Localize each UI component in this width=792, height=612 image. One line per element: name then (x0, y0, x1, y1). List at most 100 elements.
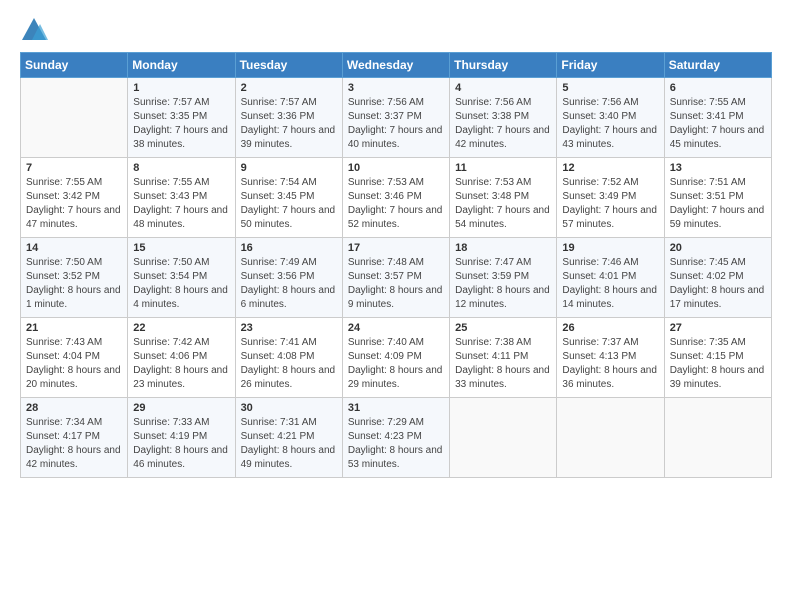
day-info: Sunrise: 7:34 AMSunset: 4:17 PMDaylight:… (26, 416, 122, 472)
day-number: 21 (26, 322, 122, 334)
day-cell: 23Sunrise: 7:41 AMSunset: 4:08 PMDayligh… (235, 318, 342, 398)
day-number: 1 (133, 82, 229, 94)
day-number: 23 (241, 322, 337, 334)
day-number: 6 (670, 82, 766, 94)
day-number: 31 (348, 402, 444, 414)
day-cell: 30 Sunrise: 7:31 AMSunset: 4:21 PMDayligh… (235, 398, 342, 478)
day-number: 22 (133, 322, 229, 334)
day-cell: 14 Sunrise: 7:50 AMSunset: 3:52 PMDayligh… (21, 238, 128, 318)
day-cell: 20Sunrise: 7:45 AMSunset: 4:02 PMDayligh… (664, 238, 771, 318)
day-number: 3 (348, 82, 444, 94)
logo (20, 16, 52, 44)
day-info: Sunrise: 7:47 AMSunset: 3:59 PMDaylight:… (455, 256, 551, 312)
logo-icon (20, 16, 48, 44)
weekday-header-wednesday: Wednesday (342, 53, 449, 78)
day-info: Sunrise: 7:57 AMSunset: 3:35 PMDaylight:… (133, 96, 229, 152)
day-cell: 29 Sunrise: 7:33 AMSunset: 4:19 PMDayligh… (128, 398, 235, 478)
day-cell: 12 Sunrise: 7:52 AMSunset: 3:49 PMDayligh… (557, 158, 664, 238)
page-container: SundayMondayTuesdayWednesdayThursdayFrid… (0, 0, 792, 488)
day-cell: 11 Sunrise: 7:53 AMSunset: 3:48 PMDayligh… (450, 158, 557, 238)
day-number: 25 (455, 322, 551, 334)
day-info: Sunrise: 7:55 AMSunset: 3:43 PMDaylight:… (133, 176, 229, 232)
day-cell: 25Sunrise: 7:38 AMSunset: 4:11 PMDayligh… (450, 318, 557, 398)
day-info: Sunrise: 7:29 AMSunset: 4:23 PMDaylight:… (348, 416, 444, 472)
day-number: 18 (455, 242, 551, 254)
day-number: 16 (241, 242, 337, 254)
week-row-3: 14 Sunrise: 7:50 AMSunset: 3:52 PMDayligh… (21, 238, 772, 318)
day-cell: 4Sunrise: 7:56 AMSunset: 3:38 PMDaylight… (450, 78, 557, 158)
day-cell: 24Sunrise: 7:40 AMSunset: 4:09 PMDayligh… (342, 318, 449, 398)
weekday-header-thursday: Thursday (450, 53, 557, 78)
day-number: 2 (241, 82, 337, 94)
weekday-header-monday: Monday (128, 53, 235, 78)
day-cell: 2 Sunrise: 7:57 AMSunset: 3:36 PMDaylight… (235, 78, 342, 158)
day-number: 29 (133, 402, 229, 414)
week-row-5: 28 Sunrise: 7:34 AMSunset: 4:17 PMDayligh… (21, 398, 772, 478)
day-info: Sunrise: 7:54 AMSunset: 3:45 PMDaylight:… (241, 176, 337, 232)
day-cell: 28 Sunrise: 7:34 AMSunset: 4:17 PMDayligh… (21, 398, 128, 478)
day-info: Sunrise: 7:52 AMSunset: 3:49 PMDaylight:… (562, 176, 658, 232)
day-number: 11 (455, 162, 551, 174)
day-number: 8 (133, 162, 229, 174)
day-cell: 17Sunrise: 7:48 AMSunset: 3:57 PMDayligh… (342, 238, 449, 318)
day-info: Sunrise: 7:50 AMSunset: 3:52 PMDaylight:… (26, 256, 122, 312)
day-cell (557, 398, 664, 478)
day-number: 12 (562, 162, 658, 174)
day-number: 27 (670, 322, 766, 334)
day-cell: 15 Sunrise: 7:50 AMSunset: 3:54 PMDayligh… (128, 238, 235, 318)
header (20, 16, 772, 44)
day-number: 26 (562, 322, 658, 334)
day-info: Sunrise: 7:31 AMSunset: 4:21 PMDaylight:… (241, 416, 337, 472)
day-cell (21, 78, 128, 158)
day-cell: 9 Sunrise: 7:54 AMSunset: 3:45 PMDaylight… (235, 158, 342, 238)
day-number: 17 (348, 242, 444, 254)
day-info: Sunrise: 7:33 AMSunset: 4:19 PMDaylight:… (133, 416, 229, 472)
day-cell: 5 Sunrise: 7:56 AMSunset: 3:40 PMDaylight… (557, 78, 664, 158)
week-row-1: 1 Sunrise: 7:57 AMSunset: 3:35 PMDaylight… (21, 78, 772, 158)
weekday-header-sunday: Sunday (21, 53, 128, 78)
day-info: Sunrise: 7:43 AMSunset: 4:04 PMDaylight:… (26, 336, 122, 392)
day-number: 19 (562, 242, 658, 254)
day-number: 13 (670, 162, 766, 174)
day-cell: 3 Sunrise: 7:56 AMSunset: 3:37 PMDaylight… (342, 78, 449, 158)
day-info: Sunrise: 7:42 AMSunset: 4:06 PMDaylight:… (133, 336, 229, 392)
day-cell: 8 Sunrise: 7:55 AMSunset: 3:43 PMDaylight… (128, 158, 235, 238)
day-info: Sunrise: 7:50 AMSunset: 3:54 PMDaylight:… (133, 256, 229, 312)
day-info: Sunrise: 7:40 AMSunset: 4:09 PMDaylight:… (348, 336, 444, 392)
day-cell: 10Sunrise: 7:53 AMSunset: 3:46 PMDayligh… (342, 158, 449, 238)
day-cell: 31 Sunrise: 7:29 AMSunset: 4:23 PMDayligh… (342, 398, 449, 478)
day-cell (450, 398, 557, 478)
day-cell (664, 398, 771, 478)
day-number: 30 (241, 402, 337, 414)
day-info: Sunrise: 7:56 AMSunset: 3:38 PMDaylight:… (455, 96, 551, 152)
day-number: 28 (26, 402, 122, 414)
day-cell: 18 Sunrise: 7:47 AMSunset: 3:59 PMDayligh… (450, 238, 557, 318)
day-cell: 21 Sunrise: 7:43 AMSunset: 4:04 PMDayligh… (21, 318, 128, 398)
weekday-header-saturday: Saturday (664, 53, 771, 78)
week-row-2: 7Sunrise: 7:55 AMSunset: 3:42 PMDaylight… (21, 158, 772, 238)
day-number: 15 (133, 242, 229, 254)
day-number: 5 (562, 82, 658, 94)
day-cell: 16Sunrise: 7:49 AMSunset: 3:56 PMDayligh… (235, 238, 342, 318)
day-info: Sunrise: 7:51 AMSunset: 3:51 PMDaylight:… (670, 176, 766, 232)
day-info: Sunrise: 7:56 AMSunset: 3:40 PMDaylight:… (562, 96, 658, 152)
day-info: Sunrise: 7:53 AMSunset: 3:48 PMDaylight:… (455, 176, 551, 232)
weekday-header-row: SundayMondayTuesdayWednesdayThursdayFrid… (21, 53, 772, 78)
day-info: Sunrise: 7:35 AMSunset: 4:15 PMDaylight:… (670, 336, 766, 392)
day-number: 9 (241, 162, 337, 174)
day-number: 14 (26, 242, 122, 254)
day-info: Sunrise: 7:56 AMSunset: 3:37 PMDaylight:… (348, 96, 444, 152)
day-cell: 7Sunrise: 7:55 AMSunset: 3:42 PMDaylight… (21, 158, 128, 238)
day-info: Sunrise: 7:57 AMSunset: 3:36 PMDaylight:… (241, 96, 337, 152)
day-cell: 19Sunrise: 7:46 AMSunset: 4:01 PMDayligh… (557, 238, 664, 318)
day-info: Sunrise: 7:55 AMSunset: 3:41 PMDaylight:… (670, 96, 766, 152)
calendar-table: SundayMondayTuesdayWednesdayThursdayFrid… (20, 52, 772, 478)
day-info: Sunrise: 7:45 AMSunset: 4:02 PMDaylight:… (670, 256, 766, 312)
day-info: Sunrise: 7:53 AMSunset: 3:46 PMDaylight:… (348, 176, 444, 232)
day-cell: 1 Sunrise: 7:57 AMSunset: 3:35 PMDaylight… (128, 78, 235, 158)
day-info: Sunrise: 7:55 AMSunset: 3:42 PMDaylight:… (26, 176, 122, 232)
day-cell: 27 Sunrise: 7:35 AMSunset: 4:15 PMDayligh… (664, 318, 771, 398)
day-cell: 26 Sunrise: 7:37 AMSunset: 4:13 PMDayligh… (557, 318, 664, 398)
day-info: Sunrise: 7:37 AMSunset: 4:13 PMDaylight:… (562, 336, 658, 392)
day-cell: 13 Sunrise: 7:51 AMSunset: 3:51 PMDayligh… (664, 158, 771, 238)
